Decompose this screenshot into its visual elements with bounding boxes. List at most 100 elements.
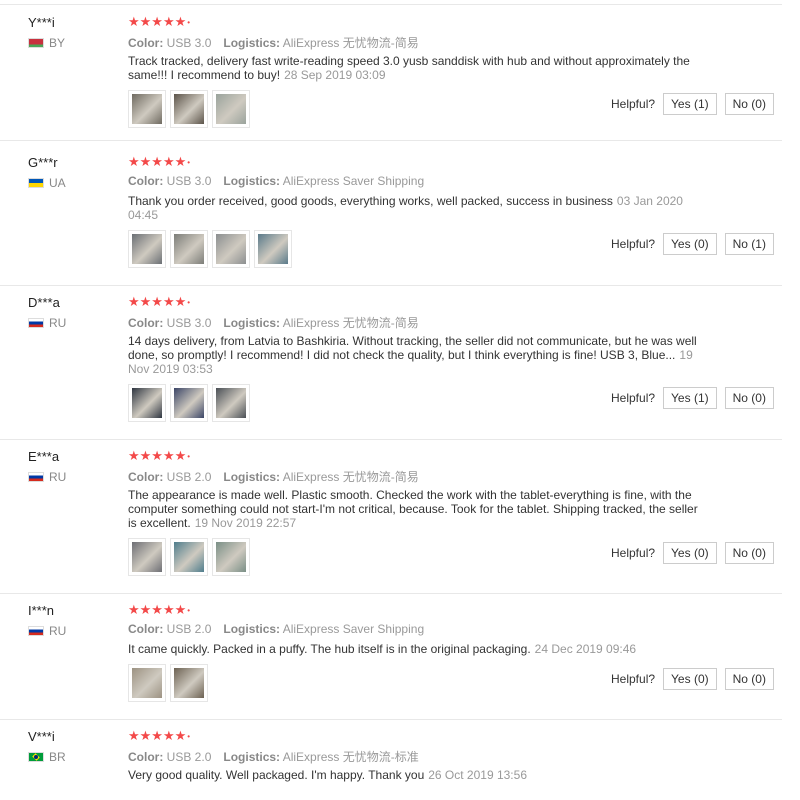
reviewer-country: RU xyxy=(28,470,66,484)
review-photos xyxy=(128,90,250,128)
review-item: G***r UA ★★★★★• Color: USB 3.0 Logistics:… xyxy=(0,145,782,286)
stars: ★★★★★ xyxy=(128,154,187,169)
logistics-value: AliExpress Saver Shipping xyxy=(282,174,425,188)
helpful-no-button[interactable]: No (0) xyxy=(724,93,774,115)
star-rating: ★★★★★• xyxy=(128,295,190,310)
flag-icon xyxy=(28,752,44,762)
reviewer-name: G***r xyxy=(28,155,58,170)
reviewer-name: E***a xyxy=(28,449,60,464)
review-photo[interactable] xyxy=(170,384,208,422)
review-text: Track tracked, delivery fast write-readi… xyxy=(128,54,728,82)
photo-thumbnail xyxy=(132,542,162,572)
review-meta: Color: USB 2.0 Logistics: AliExpress 无忧物流… xyxy=(128,468,419,485)
country-code: RU xyxy=(49,624,67,638)
reviewer-name: Y***i xyxy=(28,15,55,30)
review-photo[interactable] xyxy=(170,664,208,702)
flag-icon xyxy=(28,178,44,188)
stars: ★★★★★ xyxy=(128,294,187,309)
review-meta: Color: USB 3.0 Logistics: AliExpress 无忧物流… xyxy=(128,34,419,51)
photo-thumbnail xyxy=(216,94,246,124)
review-photos xyxy=(128,664,208,702)
helpful-yes-button[interactable]: Yes (0) xyxy=(663,668,717,690)
review-body: Very good quality. Well packaged. I'm ha… xyxy=(128,768,425,782)
review-item: I***n RU ★★★★★• Color: USB 2.0 Logistics:… xyxy=(0,593,782,720)
reviewer-country: RU xyxy=(28,316,66,330)
review-meta: Color: USB 2.0 Logistics: AliExpress 无忧物流… xyxy=(128,748,419,765)
reviewer-name: D***a xyxy=(28,295,60,310)
review-photo[interactable] xyxy=(128,90,166,128)
helpful-label: Helpful? xyxy=(611,546,656,560)
review-photo[interactable] xyxy=(128,384,166,422)
color-value: USB 3.0 xyxy=(166,174,212,188)
logistics-label: Logistics: xyxy=(223,36,281,50)
helpful-label: Helpful? xyxy=(611,391,656,405)
helpful-section: Helpful? Yes (1) No (0) xyxy=(611,93,774,115)
photo-thumbnail xyxy=(216,542,246,572)
photo-thumbnail xyxy=(132,668,162,698)
helpful-no-button[interactable]: No (1) xyxy=(724,233,774,255)
flag-icon xyxy=(28,38,44,48)
reviewer-country: BR xyxy=(28,750,66,764)
helpful-yes-button[interactable]: Yes (0) xyxy=(663,542,717,564)
review-meta: Color: USB 2.0 Logistics: AliExpress Save… xyxy=(128,622,424,636)
rating-dot-icon: • xyxy=(187,731,191,741)
country-code: BY xyxy=(49,36,66,50)
helpful-label: Helpful? xyxy=(611,97,656,111)
photo-thumbnail xyxy=(174,542,204,572)
helpful-no-button[interactable]: No (0) xyxy=(724,542,774,564)
review-photos xyxy=(128,538,250,576)
review-date: 19 Nov 2019 22:57 xyxy=(194,516,297,530)
review-text: The appearance is made well. Plastic smo… xyxy=(128,488,703,530)
review-photo[interactable] xyxy=(212,230,250,268)
country-code: RU xyxy=(49,470,67,484)
helpful-no-button[interactable]: No (0) xyxy=(724,387,774,409)
review-photo[interactable] xyxy=(254,230,292,268)
helpful-yes-button[interactable]: Yes (0) xyxy=(663,233,717,255)
color-value: USB 2.0 xyxy=(166,470,212,484)
helpful-section: Helpful? Yes (0) No (1) xyxy=(611,233,774,255)
rating-dot-icon: • xyxy=(187,17,191,27)
color-value: USB 2.0 xyxy=(166,750,212,764)
color-label: Color: xyxy=(128,470,164,484)
reviewer-country: RU xyxy=(28,624,66,638)
review-photo[interactable] xyxy=(212,90,250,128)
color-value: USB 3.0 xyxy=(166,36,212,50)
review-text: It came quickly. Packed in a puffy. The … xyxy=(128,642,728,656)
review-date: 26 Oct 2019 13:56 xyxy=(428,768,527,782)
review-text: Thank you order received, good goods, ev… xyxy=(128,194,713,222)
helpful-no-button[interactable]: No (0) xyxy=(724,668,774,690)
country-code: BR xyxy=(49,750,66,764)
reviewer-country: UA xyxy=(28,176,66,190)
helpful-yes-button[interactable]: Yes (1) xyxy=(663,93,717,115)
review-item: Y***i BY ★★★★★• Color: USB 3.0 Logistics:… xyxy=(0,5,782,141)
rating-dot-icon: • xyxy=(187,451,191,461)
review-photo[interactable] xyxy=(212,538,250,576)
review-body: Thank you order received, good goods, ev… xyxy=(128,194,613,208)
rating-dot-icon: • xyxy=(187,297,191,307)
color-label: Color: xyxy=(128,622,164,636)
helpful-yes-button[interactable]: Yes (1) xyxy=(663,387,717,409)
review-photo[interactable] xyxy=(170,538,208,576)
photo-thumbnail xyxy=(174,388,204,418)
review-photo[interactable] xyxy=(128,664,166,702)
review-photo[interactable] xyxy=(128,230,166,268)
review-photo[interactable] xyxy=(170,90,208,128)
helpful-section: Helpful? Yes (1) No (0) xyxy=(611,387,774,409)
review-photo[interactable] xyxy=(170,230,208,268)
helpful-section: Helpful? Yes (0) No (0) xyxy=(611,542,774,564)
color-value: USB 3.0 xyxy=(166,316,212,330)
review-photo[interactable] xyxy=(212,384,250,422)
review-item: V***i BR ★★★★★• Color: USB 2.0 Logistics:… xyxy=(0,719,782,800)
logistics-label: Logistics: xyxy=(223,750,281,764)
review-photo[interactable] xyxy=(128,538,166,576)
color-label: Color: xyxy=(128,174,164,188)
color-label: Color: xyxy=(128,750,164,764)
star-rating: ★★★★★• xyxy=(128,15,190,30)
logistics-label: Logistics: xyxy=(223,622,281,636)
review-body: 14 days delivery, from Latvia to Bashkir… xyxy=(128,334,697,362)
review-text: Very good quality. Well packaged. I'm ha… xyxy=(128,768,728,782)
reviewer-name: I***n xyxy=(28,603,55,618)
logistics-value: AliExpress 无忧物流-简易 xyxy=(282,36,419,50)
review-meta: Color: USB 3.0 Logistics: AliExpress Save… xyxy=(128,174,424,188)
helpful-section: Helpful? Yes (0) No (0) xyxy=(611,668,774,690)
